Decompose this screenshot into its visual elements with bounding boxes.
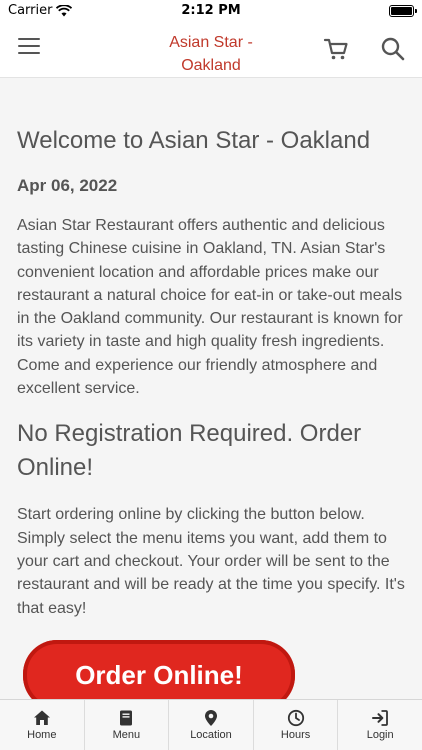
home-icon (33, 710, 50, 725)
bottom-tab-bar: Home Menu Location Hours Login (0, 699, 422, 750)
hamburger-line (18, 52, 40, 54)
section-heading: No Registration Required. Order Online! (17, 420, 362, 482)
intro-paragraph: Asian Star Restaurant offers authentic a… (17, 217, 403, 398)
search-button[interactable] (380, 36, 406, 62)
tab-label: Location (190, 729, 232, 741)
restaurant-title: Asian Star - Oakland (169, 34, 253, 74)
status-bar: Carrier 2:12 PM (0, 0, 422, 22)
tab-label: Hours (280, 729, 311, 741)
battery-icon (389, 5, 417, 17)
tab-label: Menu (112, 729, 141, 741)
instructions-paragraph: Start ordering online by clicking the bu… (17, 506, 405, 617)
hamburger-line (18, 45, 40, 47)
sign-in-icon (372, 710, 389, 726)
tab-label: Home (27, 729, 57, 741)
status-time: 2:12 PM (181, 3, 241, 18)
tab-home[interactable]: Home (0, 700, 85, 750)
cart-button[interactable] (323, 36, 349, 62)
post-date: Apr 06, 2022 (17, 176, 118, 195)
tab-menu[interactable]: Menu (85, 700, 170, 750)
map-pin-icon (204, 710, 217, 726)
clock-icon (287, 709, 304, 727)
search-icon (381, 37, 405, 61)
tab-label: Login (366, 729, 394, 741)
page-title: Welcome to Asian Star - Oakland (17, 127, 371, 154)
cart-icon (323, 38, 348, 60)
book-icon (120, 710, 133, 726)
app-header: Asian Star - Oakland (0, 22, 422, 78)
tab-login[interactable]: Login (338, 700, 422, 750)
tab-location[interactable]: Location (169, 700, 254, 750)
main-content: Welcome to Asian Star - Oakland Apr 06, … (0, 79, 422, 699)
order-online-button[interactable]: Order Online! (23, 639, 295, 699)
tab-hours[interactable]: Hours (254, 700, 339, 750)
hamburger-line (18, 38, 40, 40)
hamburger-menu-button[interactable] (18, 38, 40, 58)
